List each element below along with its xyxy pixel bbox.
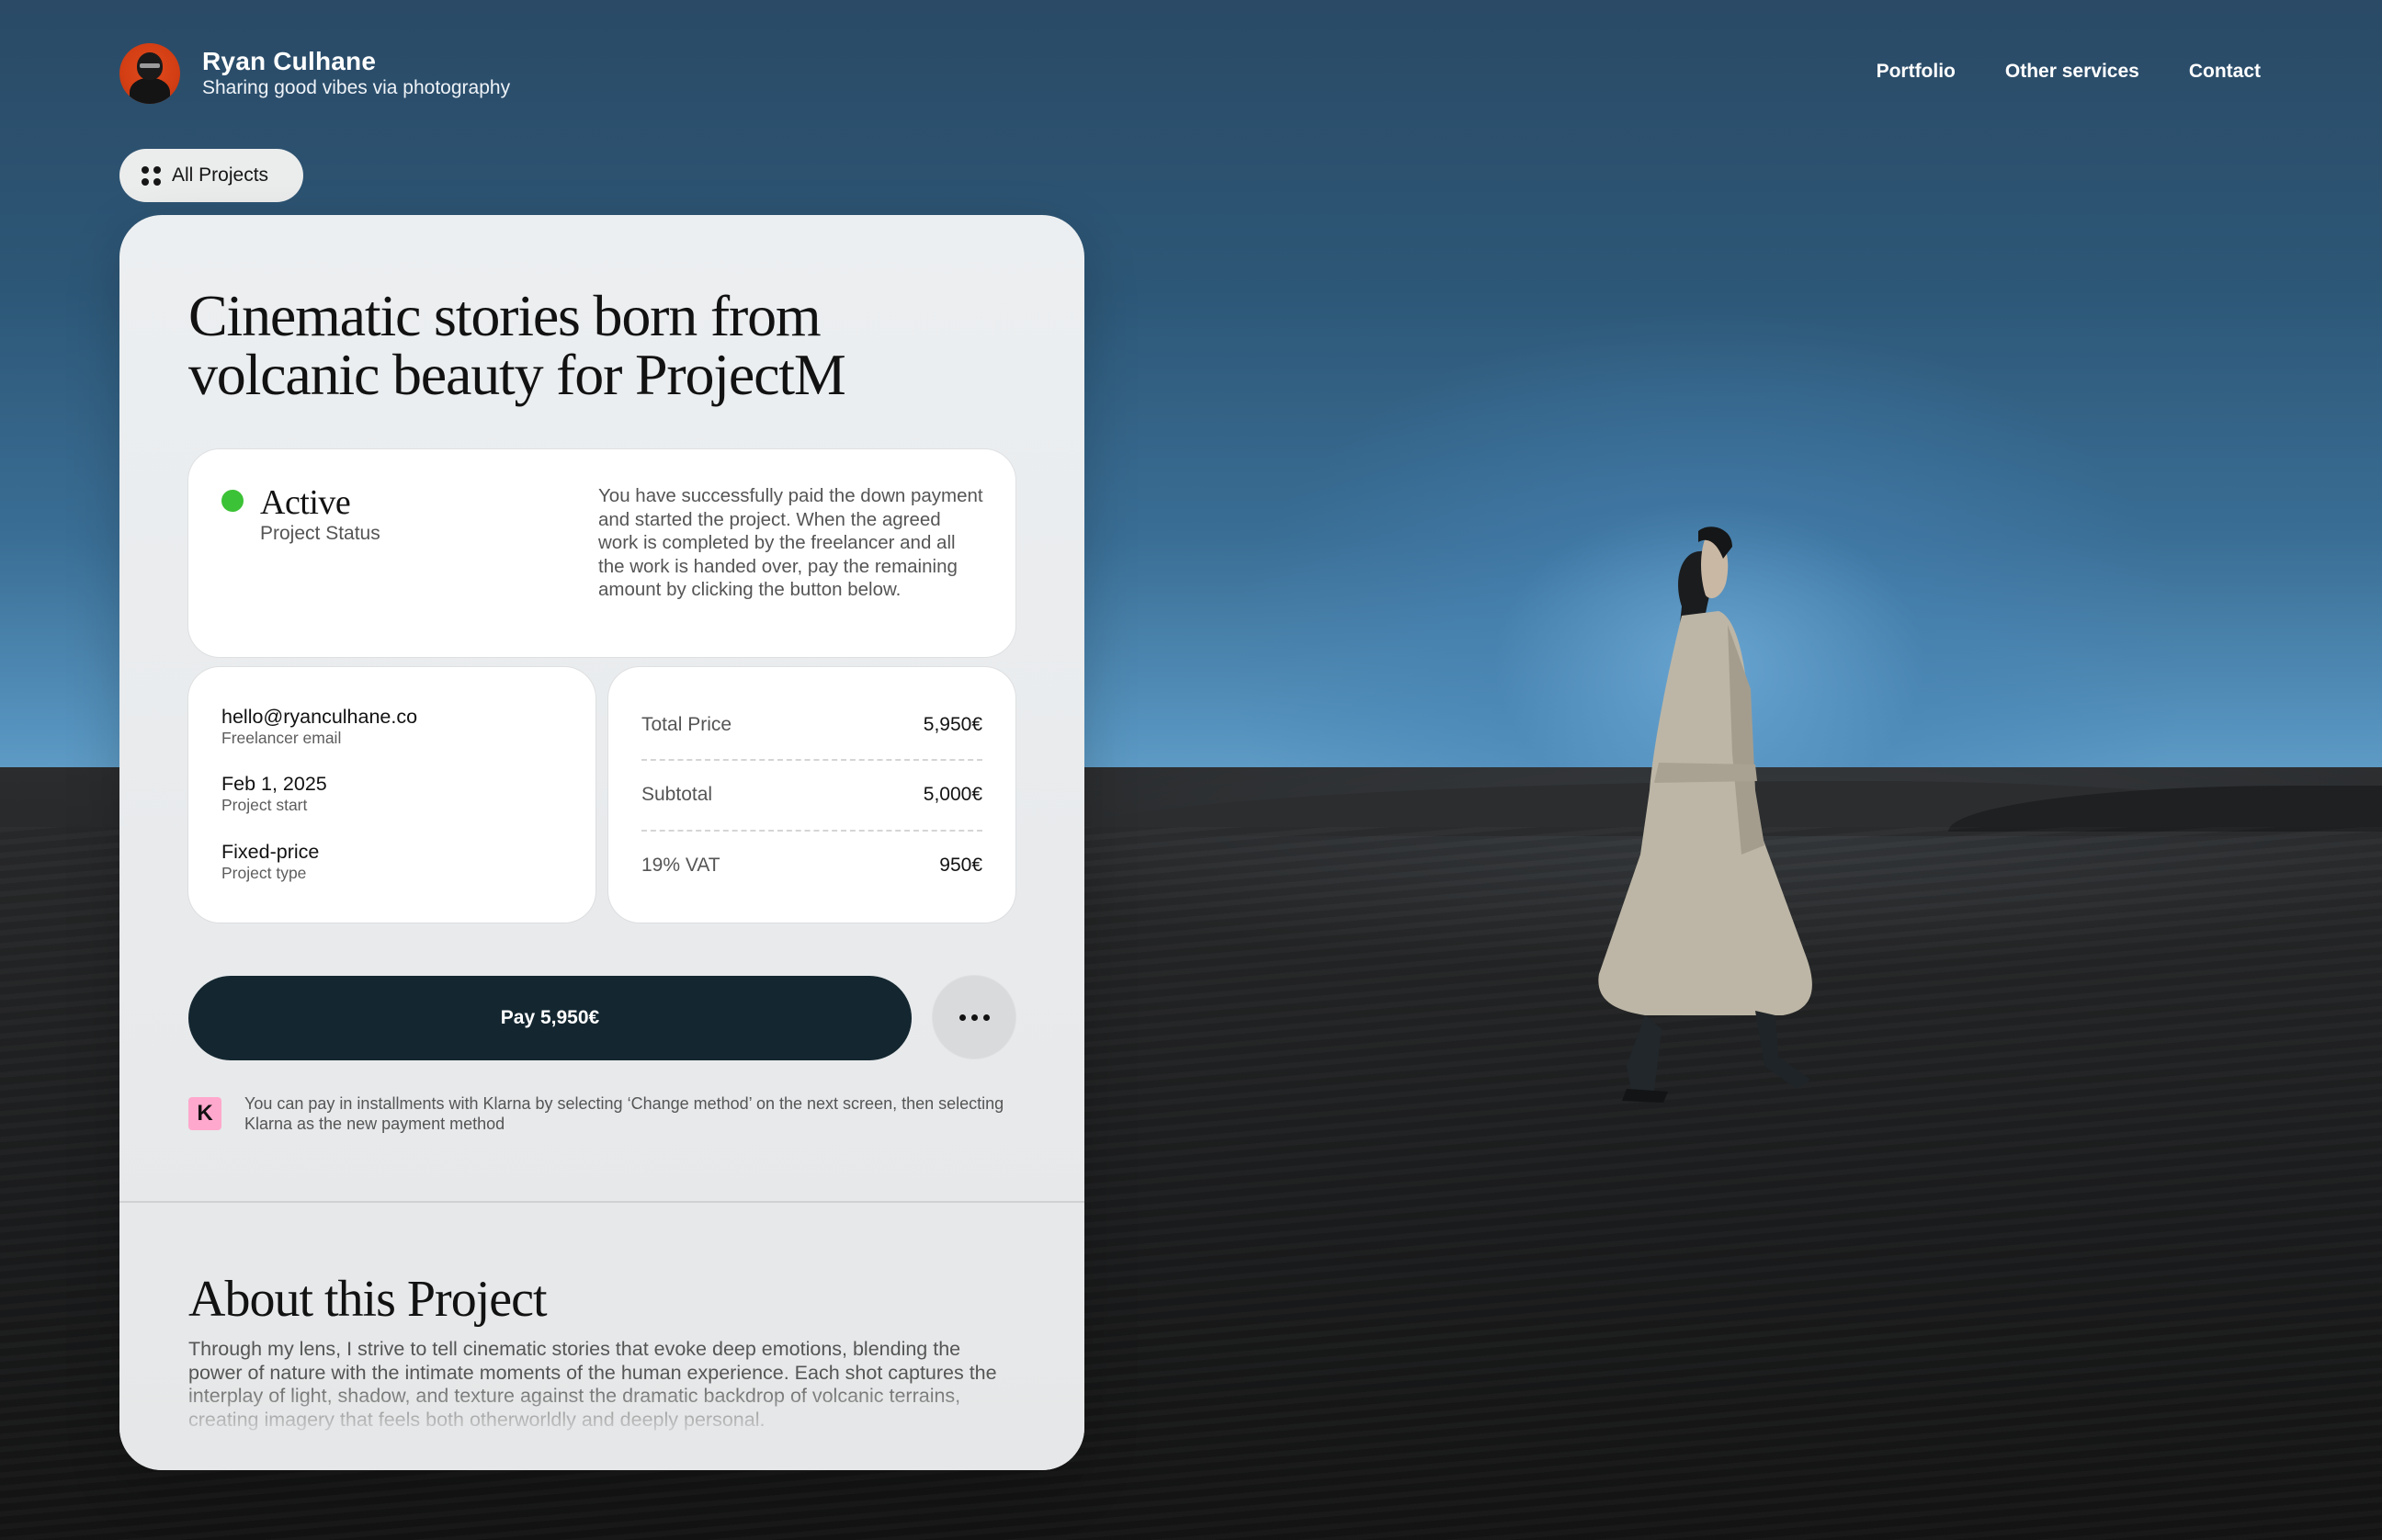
detail-label: Freelancer email — [221, 729, 342, 747]
price-label: 19% VAT — [641, 855, 720, 876]
brand-text: Ryan Culhane Sharing good vibes via phot… — [202, 47, 510, 100]
project-title: Cinematic stories born from volcanic bea… — [188, 283, 846, 407]
detail-label: Project start — [221, 796, 308, 814]
price-row-subtotal: Subtotal 5,000€ — [641, 760, 982, 830]
price-row-vat: 19% VAT 950€ — [641, 831, 982, 900]
status-description: You have successfully paid the down paym… — [598, 485, 983, 600]
more-options-button[interactable] — [933, 976, 1015, 1059]
nav-contact[interactable]: Contact — [2189, 61, 2261, 83]
more-dots-icon — [970, 1013, 978, 1021]
grid-dots-icon — [142, 165, 161, 186]
nav-other-services[interactable]: Other services — [2005, 61, 2139, 83]
project-card: Cinematic stories born from volcanic bea… — [119, 215, 1084, 1470]
top-nav: Portfolio Other services Contact — [1877, 61, 2261, 83]
brand-name: Ryan Culhane — [202, 47, 377, 75]
status-label: Project Status — [260, 523, 380, 544]
more-dots-icon — [958, 1013, 966, 1021]
all-projects-label: All Projects — [172, 164, 269, 186]
detail-value: Feb 1, 2025 — [221, 773, 327, 795]
brand[interactable]: Ryan Culhane Sharing good vibes via phot… — [119, 43, 510, 104]
price-label: Total Price — [641, 714, 732, 735]
detail-value[interactable]: hello@ryanculhane.co — [221, 705, 417, 729]
text-fade-overlay — [119, 1377, 1084, 1470]
price-value: 5,950€ — [923, 714, 982, 735]
detail-label: Project type — [221, 864, 307, 882]
status-panel: Active Project Status You have successfu… — [188, 449, 1015, 657]
price-value: 950€ — [939, 855, 982, 876]
nav-portfolio[interactable]: Portfolio — [1877, 61, 1956, 83]
price-value: 5,000€ — [923, 784, 982, 805]
brand-tagline: Sharing good vibes via photography — [202, 77, 511, 98]
detail-project-start: Feb 1, 2025 Project start — [221, 772, 327, 814]
klarna-note: You can pay in installments with Klarna … — [244, 1094, 1004, 1133]
status-indicator — [221, 490, 244, 512]
avatar-glasses — [140, 63, 160, 68]
about-title: About this Project — [188, 1271, 548, 1328]
avatar-body — [130, 78, 170, 104]
project-details-panel: hello@ryanculhane.co Freelancer email Fe… — [188, 667, 596, 923]
price-row-total: Total Price 5,950€ — [641, 690, 982, 760]
detail-project-type: Fixed-price Project type — [221, 840, 319, 882]
all-projects-button[interactable]: All Projects — [119, 149, 303, 202]
detail-freelancer-email: hello@ryanculhane.co Freelancer email — [221, 705, 417, 747]
more-dots-icon — [982, 1013, 990, 1021]
avatar[interactable] — [119, 43, 180, 104]
pay-button[interactable]: Pay 5,950€ — [188, 976, 912, 1060]
price-label: Subtotal — [641, 784, 713, 805]
section-divider — [119, 1201, 1084, 1203]
status-value: Active — [260, 483, 351, 522]
pricing-panel: Total Price 5,950€ Subtotal 5,000€ 19% V… — [608, 667, 1015, 923]
woman-figure — [1544, 515, 1856, 1112]
detail-value: Fixed-price — [221, 841, 320, 863]
klarna-logo-icon: K — [188, 1097, 221, 1130]
